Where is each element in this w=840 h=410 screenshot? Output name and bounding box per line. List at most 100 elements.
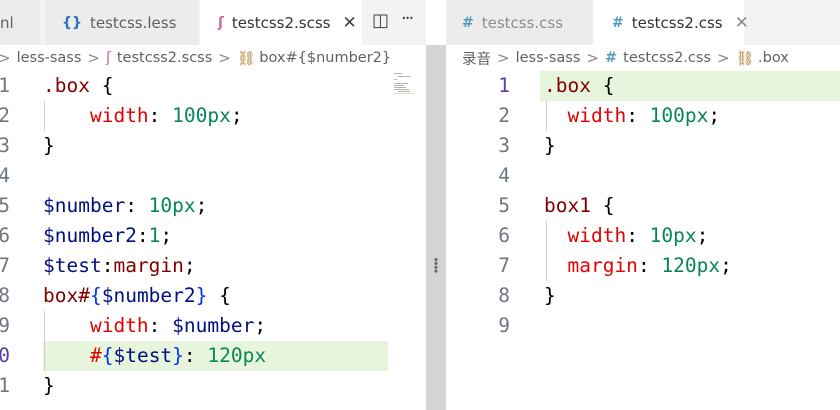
line-number: 9: [498, 314, 510, 337]
line-number: 7: [0, 254, 10, 277]
chevron-right-icon: >: [586, 49, 599, 67]
code-line[interactable]: 8}: [446, 281, 840, 311]
code-text: box1 {: [544, 194, 615, 217]
sass-file-icon: ʃ: [218, 14, 224, 31]
line-number: 4: [0, 164, 10, 187]
line-number: 1: [0, 374, 10, 397]
code-line[interactable]: 5 box1 {: [446, 191, 840, 221]
code-line[interactable]: 6 $number2:1;: [0, 221, 426, 251]
close-icon[interactable]: ✕: [343, 13, 357, 33]
breadcrumb-folder[interactable]: less-sass: [17, 50, 82, 66]
line-number: 3: [0, 134, 10, 157]
code-line[interactable]: 0 #{$test}: 120px: [0, 341, 426, 371]
code-text: margin: 120px;: [567, 254, 732, 277]
tab-testcss-less[interactable]: {} testcss.less: [46, 0, 198, 45]
drag-handle-icon[interactable]: ⁞: [428, 253, 444, 278]
left-tab-bar: nl {} testcss.less ʃ testcss2.scss ✕ ◫ ·…: [0, 0, 426, 45]
breadcrumb-root[interactable]: 录音: [462, 48, 491, 69]
indent-guide: [546, 101, 547, 131]
tab-label: testcss2.scss: [231, 13, 331, 32]
breadcrumb-file[interactable]: testcss2.scss: [117, 50, 212, 66]
tab-label: testcss.css: [481, 13, 564, 32]
tab-testcss-css[interactable]: # testcss.css: [446, 0, 592, 45]
code-line[interactable]: 4: [446, 161, 840, 191]
right-editor-pane: # testcss.css # testcss2.css ✕ 录音 > less…: [446, 0, 840, 410]
split-editor-icon[interactable]: ◫: [372, 10, 389, 31]
code-line[interactable]: 3}: [446, 131, 840, 161]
tab-testcss2-scss[interactable]: ʃ testcss2.scss ✕: [200, 0, 362, 45]
code-text: width: 100px;: [89, 104, 243, 127]
sass-file-icon: ʃ: [106, 50, 111, 66]
code-text: .box {: [43, 74, 114, 97]
line-number: 4: [498, 164, 510, 187]
line-number: 5: [498, 194, 510, 217]
code-text: width: 10px;: [567, 224, 709, 247]
code-line[interactable]: 2 width: 100px;: [0, 101, 426, 131]
code-text: }: [43, 134, 55, 157]
code-text: }: [544, 284, 556, 307]
line-number: 6: [498, 224, 510, 247]
code-line[interactable]: 8 box#{$number2} {: [0, 281, 426, 311]
line-number: 8: [0, 284, 10, 307]
tab-label: testcss2.css: [631, 13, 723, 32]
breadcrumb-file[interactable]: testcss2.css: [623, 50, 711, 66]
code-line[interactable]: 6 width: 10px;: [446, 221, 840, 251]
line-number: 2: [0, 104, 10, 127]
editor-splitter[interactable]: ⁞: [426, 45, 446, 410]
code-text: width: $number;: [89, 314, 267, 337]
breadcrumb-symbol[interactable]: .box: [758, 50, 789, 66]
code-line[interactable]: 2 width: 100px;: [446, 101, 840, 131]
breadcrumb: 录音 > less-sass > # testcss2.css > ⛓ .box: [446, 45, 840, 71]
less-file-icon: {}: [62, 14, 82, 31]
line-number: 1: [498, 74, 510, 97]
close-icon[interactable]: ✕: [735, 13, 749, 33]
line-number: 0: [0, 344, 10, 367]
line-number: 5: [0, 194, 10, 217]
code-text: $number2:1;: [43, 224, 173, 247]
chevron-right-icon: >: [497, 49, 510, 67]
chevron-right-icon: >: [218, 49, 231, 67]
css-file-icon: #: [612, 14, 624, 31]
right-tab-bar: # testcss.css # testcss2.css ✕: [446, 0, 840, 45]
code-line[interactable]: 1 .box {: [446, 71, 840, 101]
chevron-right-icon: >: [87, 49, 100, 67]
tab-testcss2-css[interactable]: # testcss2.css ✕: [594, 0, 749, 45]
code-line[interactable]: 7 $test:margin;: [0, 251, 426, 281]
code-line[interactable]: 5 $number: 10px;: [0, 191, 426, 221]
code-editor[interactable]: 1 .box {2 width: 100px; 3} 4 5 $number: 10px;…: [0, 71, 426, 410]
indent-guide: [44, 101, 45, 131]
code-text: width: 100px;: [567, 104, 721, 127]
code-text: }: [544, 134, 556, 157]
code-text: }: [43, 374, 55, 397]
code-line[interactable]: 9: [446, 311, 840, 341]
code-editor[interactable]: 1 .box {2 width: 100px; 3} 4 5 box1 {6 width:…: [446, 71, 840, 410]
tab-label: testcss.less: [89, 13, 177, 32]
breadcrumb-symbol[interactable]: box#{$number2}: [259, 50, 391, 66]
code-text: $number: 10px;: [43, 194, 208, 217]
code-line[interactable]: 1 .box {: [0, 71, 426, 101]
indent-guide: [546, 221, 547, 281]
code-text: #{$test}: 120px: [89, 344, 267, 367]
symbol-structure-icon: ⛓: [735, 50, 754, 67]
breadcrumb-folder[interactable]: less-sass: [516, 50, 581, 66]
more-actions-icon[interactable]: ···: [401, 8, 414, 29]
code-line[interactable]: 7 margin: 120px;: [446, 251, 840, 281]
breadcrumb: > less-sass > ʃ testcss2.scss > ⛓ box#{$…: [0, 45, 426, 71]
code-line[interactable]: 4: [0, 161, 426, 191]
line-number: 1: [0, 74, 10, 97]
indent-guide: [44, 311, 45, 371]
line-number: 3: [498, 134, 510, 157]
tab-label: nl: [0, 13, 14, 32]
code-line[interactable]: 1}: [0, 371, 426, 401]
tab-partial[interactable]: nl: [0, 0, 40, 45]
symbol-structure-icon: ⛓: [236, 50, 256, 67]
css-file-icon: #: [462, 14, 474, 31]
line-number: 8: [498, 284, 510, 307]
code-line[interactable]: 9 width: $number;: [0, 311, 426, 341]
line-number: 7: [498, 254, 510, 277]
chevron-right-icon: >: [717, 49, 730, 67]
code-line[interactable]: 3}: [0, 131, 426, 161]
line-number: 2: [498, 104, 510, 127]
chevron-right-icon: >: [0, 49, 11, 67]
css-file-icon: #: [605, 50, 618, 66]
